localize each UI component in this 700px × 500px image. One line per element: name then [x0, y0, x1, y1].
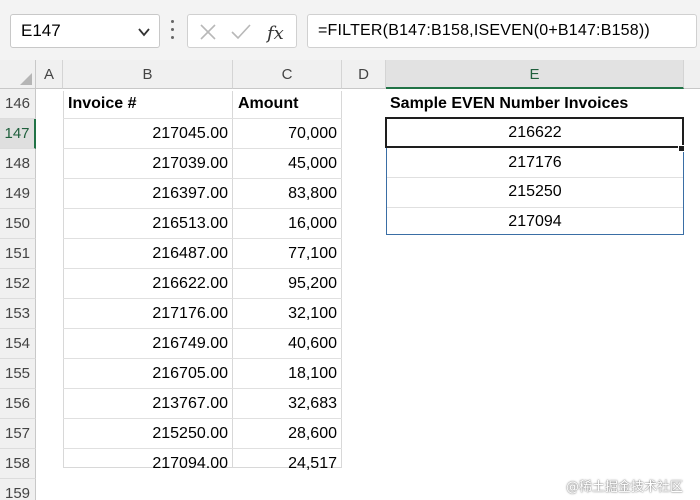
- amount-cell[interactable]: 45,000: [233, 149, 342, 179]
- amount-cell[interactable]: 32,100: [233, 299, 342, 329]
- invoice-cell[interactable]: 216705.00: [63, 359, 233, 389]
- result-cell[interactable]: 217094: [386, 207, 684, 237]
- invoice-cell[interactable]: 217039.00: [63, 149, 233, 179]
- results-header-cell[interactable]: Sample EVEN Number Invoices: [386, 89, 684, 119]
- formula-buttons: fx: [187, 14, 297, 48]
- amount-cell[interactable]: 18,100: [233, 359, 342, 389]
- invoice-cell[interactable]: 217094.00: [63, 449, 233, 479]
- amount-cell[interactable]: 16,000: [233, 209, 342, 239]
- invoice-header-cell[interactable]: Invoice #: [63, 89, 233, 119]
- amount-cell[interactable]: 32,683: [233, 389, 342, 419]
- amount-cell[interactable]: 70,000: [233, 119, 342, 149]
- invoice-cell[interactable]: 215250.00: [63, 419, 233, 449]
- amount-cell[interactable]: 77,100: [233, 239, 342, 269]
- formula-input[interactable]: =FILTER(B147:B158,ISEVEN(0+B147:B158)): [307, 14, 697, 48]
- row-header-selected[interactable]: 147: [0, 119, 36, 149]
- formula-bar-splitter[interactable]: [171, 20, 175, 42]
- row-header[interactable]: 159: [0, 479, 36, 500]
- invoice-cell[interactable]: 216487.00: [63, 239, 233, 269]
- check-icon[interactable]: [230, 22, 252, 42]
- amount-cell[interactable]: 28,600: [233, 419, 342, 449]
- name-box-value: E147: [21, 21, 61, 40]
- svg-text:fx: fx: [266, 23, 284, 44]
- invoice-cell[interactable]: 216622.00: [63, 269, 233, 299]
- row-header[interactable]: 155: [0, 359, 36, 389]
- amount-cell[interactable]: 83,800: [233, 179, 342, 209]
- amount-cell[interactable]: 24,517: [233, 449, 342, 479]
- row-header[interactable]: 148: [0, 149, 36, 179]
- invoice-cell[interactable]: 217045.00: [63, 119, 233, 149]
- amount-header-cell[interactable]: Amount: [233, 89, 342, 119]
- worksheet-grid[interactable]: A B C D E 146 147 148 149 150 151 152 15…: [0, 60, 700, 500]
- result-cell[interactable]: 215250: [386, 177, 684, 207]
- column-header-d[interactable]: D: [342, 60, 386, 89]
- column-header-f[interactable]: [684, 60, 700, 89]
- column-header-a[interactable]: A: [36, 60, 63, 89]
- chevron-down-icon[interactable]: [137, 25, 151, 39]
- amount-cell[interactable]: 40,600: [233, 329, 342, 359]
- invoice-cell[interactable]: 216397.00: [63, 179, 233, 209]
- row-header[interactable]: 156: [0, 389, 36, 419]
- column-header-c[interactable]: C: [233, 60, 342, 89]
- row-header[interactable]: 146: [0, 89, 36, 119]
- active-cell-outline: [385, 117, 684, 148]
- select-all-button[interactable]: [0, 60, 36, 89]
- row-header[interactable]: 157: [0, 419, 36, 449]
- row-header[interactable]: 150: [0, 209, 36, 239]
- row-header[interactable]: 153: [0, 299, 36, 329]
- row-header[interactable]: 151: [0, 239, 36, 269]
- watermark-text: @稀土掘金技术社区: [566, 480, 684, 495]
- invoice-cell[interactable]: 216749.00: [63, 329, 233, 359]
- fx-icon[interactable]: fx: [266, 22, 290, 44]
- invoice-cell[interactable]: 216513.00: [63, 209, 233, 239]
- invoice-cell[interactable]: 217176.00: [63, 299, 233, 329]
- row-header[interactable]: 149: [0, 179, 36, 209]
- amount-cell[interactable]: 95,200: [233, 269, 342, 299]
- name-box[interactable]: E147: [10, 14, 160, 48]
- x-icon[interactable]: [198, 22, 218, 42]
- formula-bar-area: E147 fx =FILTER(B147:B158,ISEVEN(0+B147:…: [0, 0, 700, 60]
- result-cell[interactable]: 217176: [386, 148, 684, 178]
- invoice-cell[interactable]: 213767.00: [63, 389, 233, 419]
- row-header[interactable]: 158: [0, 449, 36, 479]
- column-header-e[interactable]: E: [386, 60, 684, 89]
- fill-handle[interactable]: [678, 145, 685, 152]
- row-header[interactable]: 152: [0, 269, 36, 299]
- column-header-b[interactable]: B: [63, 60, 233, 89]
- row-header[interactable]: 154: [0, 329, 36, 359]
- formula-text: =FILTER(B147:B158,ISEVEN(0+B147:B158)): [318, 22, 650, 39]
